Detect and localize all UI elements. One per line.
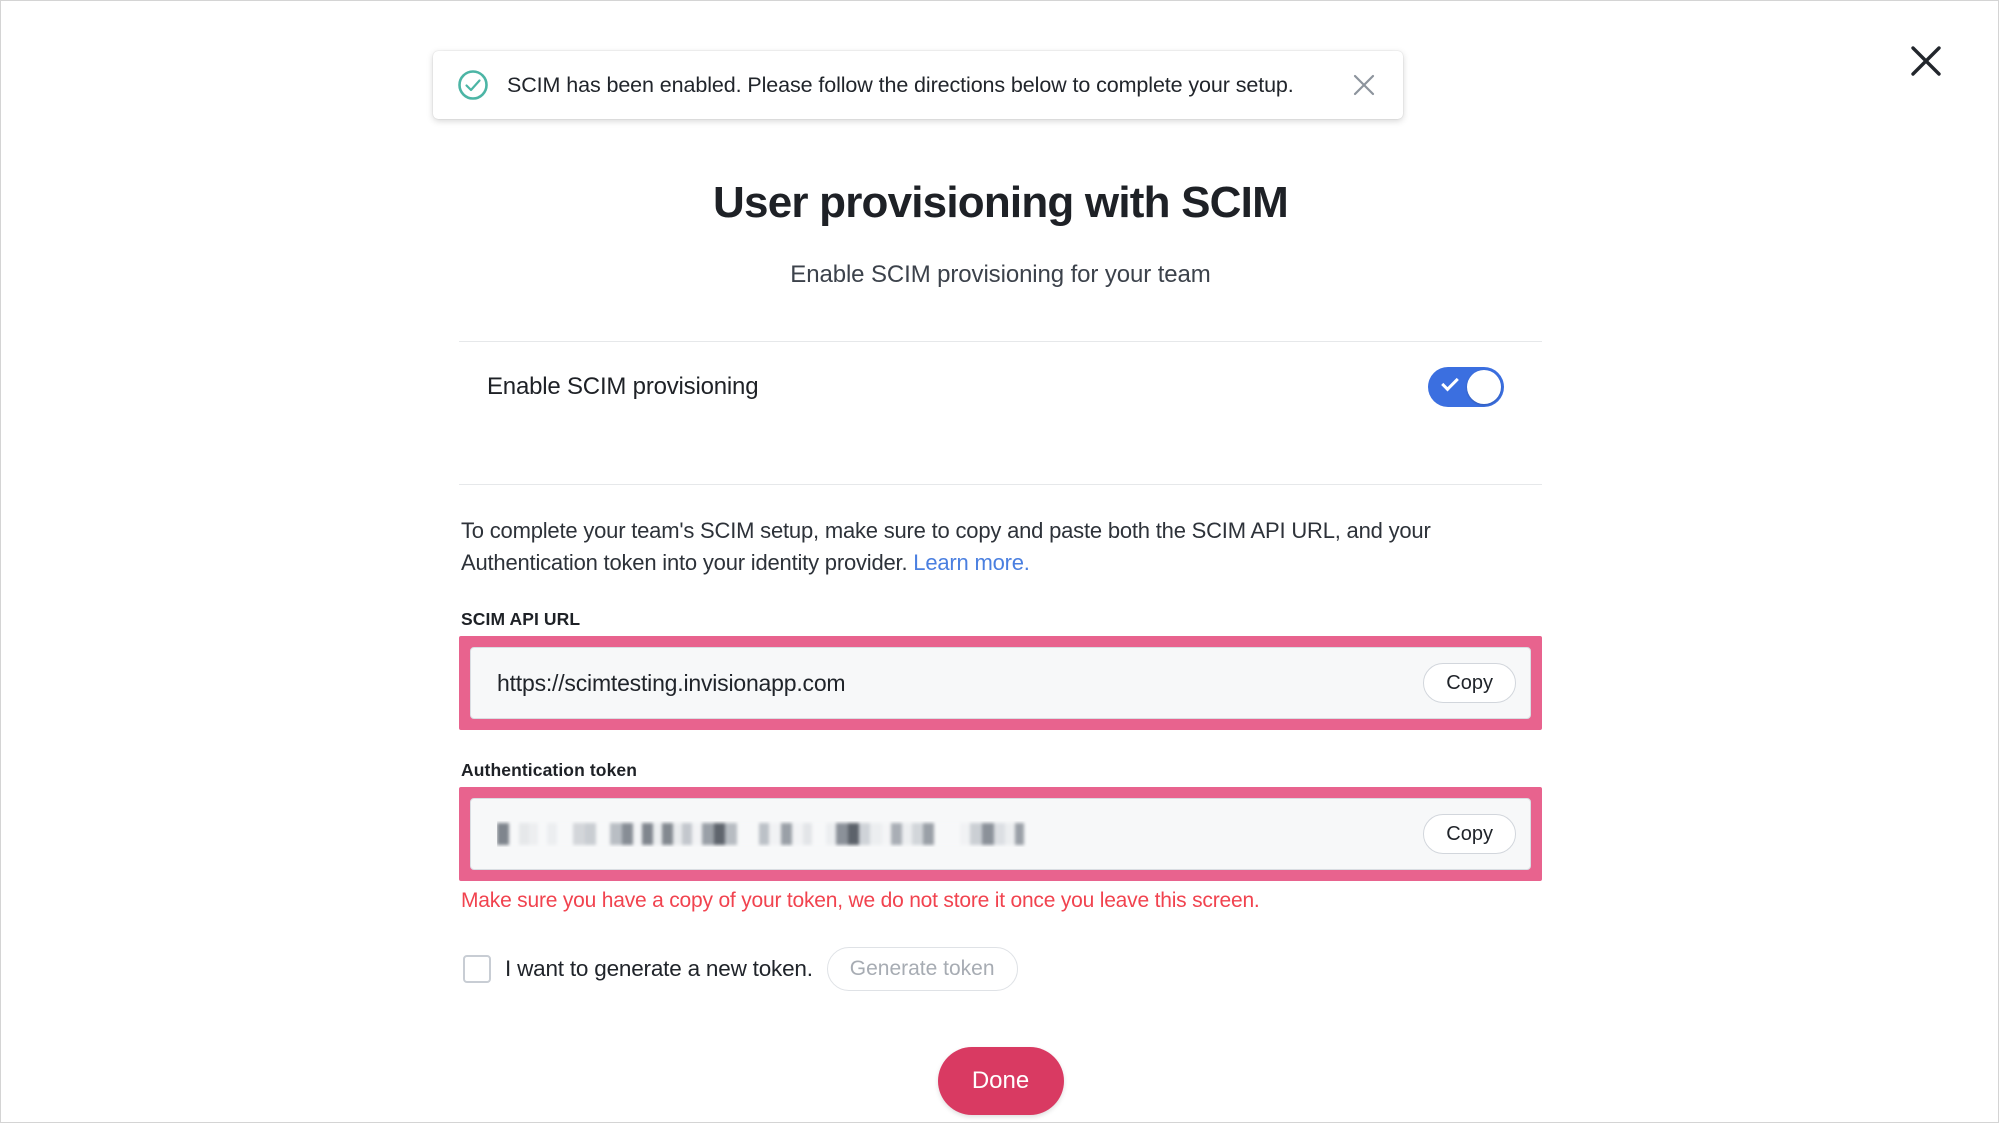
toggle-knob (1467, 370, 1501, 405)
scim-url-input[interactable]: https://scimtesting.invisionapp.com Copy (470, 647, 1531, 720)
scim-url-field-block: SCIM API URL https://scimtesting.invisio… (459, 609, 1542, 731)
scim-url-label: SCIM API URL (461, 609, 581, 630)
copy-scim-url-button[interactable]: Copy (1423, 663, 1516, 704)
token-field-block: Authentication token Copy Make sure you … (459, 760, 1542, 913)
token-value-redacted (497, 821, 1423, 847)
close-icon (1353, 74, 1375, 96)
scim-setup-page: SCIM has been enabled. Please follow the… (0, 0, 1999, 1123)
generate-token-row: I want to generate a new token. Generate… (459, 947, 1542, 992)
circle-check-icon (457, 69, 489, 101)
scim-url-value: https://scimtesting.invisionapp.com (497, 669, 846, 696)
copy-token-button[interactable]: Copy (1423, 814, 1516, 855)
close-icon (1911, 46, 1941, 76)
page-title: User provisioning with SCIM (713, 178, 1289, 227)
generate-token-button[interactable]: Generate token (826, 947, 1018, 992)
generate-token-checkbox-label: I want to generate a new token. (505, 956, 813, 982)
check-icon (1441, 374, 1459, 392)
toast-message: SCIM has been enabled. Please follow the… (507, 72, 1294, 97)
learn-more-link[interactable]: Learn more. (913, 550, 1030, 575)
token-label: Authentication token (461, 760, 638, 781)
enable-scim-row: Enable SCIM provisioning (459, 342, 1542, 432)
done-button[interactable]: Done (937, 1047, 1064, 1116)
enable-scim-toggle[interactable] (1428, 367, 1504, 408)
main-content: User provisioning with SCIM Enable SCIM … (459, 178, 1542, 1116)
token-highlight-annotation: Copy (459, 787, 1542, 882)
page-subtitle: Enable SCIM provisioning for your team (790, 261, 1211, 289)
toast-notification: SCIM has been enabled. Please follow the… (433, 51, 1403, 119)
enable-scim-label: Enable SCIM provisioning (487, 373, 759, 401)
divider-bottom (459, 484, 1542, 486)
generate-token-checkbox[interactable] (463, 955, 491, 984)
redacted-token-blocks (497, 821, 1423, 847)
scim-url-highlight-annotation: https://scimtesting.invisionapp.com Copy (459, 636, 1542, 731)
token-warning-text: Make sure you have a copy of your token,… (461, 889, 1260, 913)
toast-close-button[interactable] (1347, 68, 1381, 102)
setup-description: To complete your team's SCIM setup, make… (459, 515, 1542, 579)
footer-actions: Done (459, 1047, 1542, 1116)
token-input[interactable]: Copy (470, 798, 1531, 871)
window-close-button[interactable] (1898, 33, 1954, 89)
